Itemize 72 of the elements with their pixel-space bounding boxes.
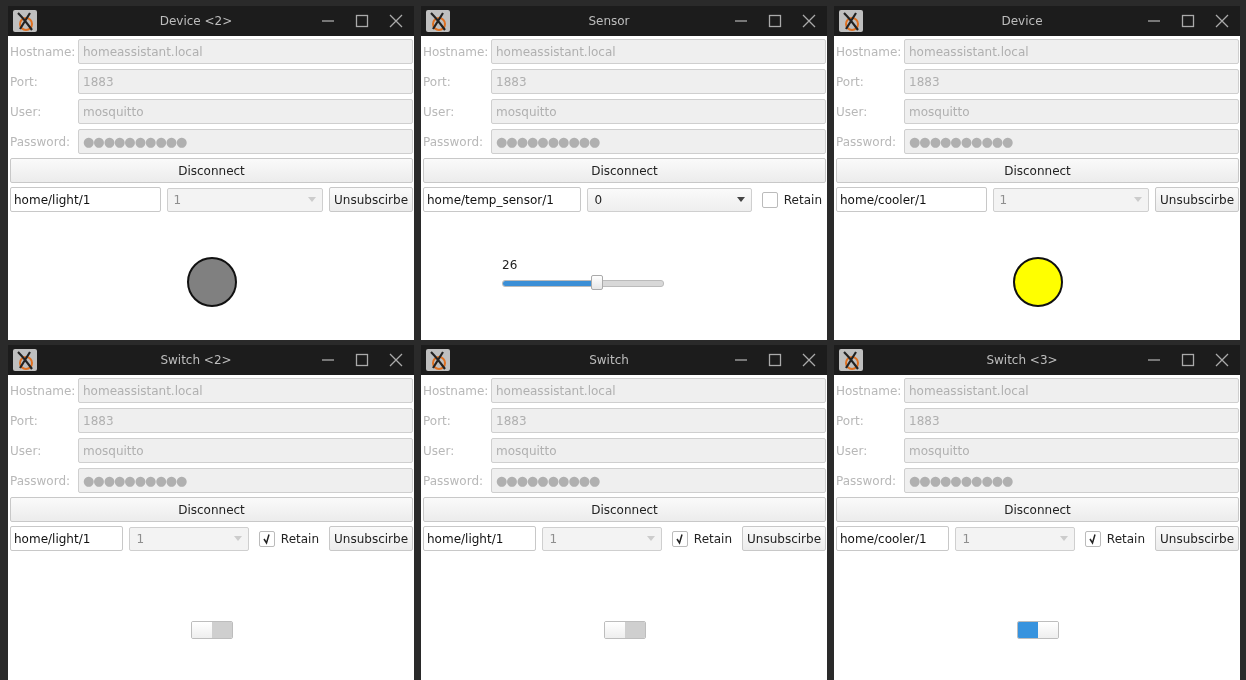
topic-field[interactable]: home/temp_sensor/1 — [423, 187, 582, 212]
app-icon — [425, 348, 451, 372]
unsubscribe-button[interactable]: Unsubscirbe — [329, 187, 413, 212]
field-label: Password: — [10, 134, 72, 149]
field-label: Password: — [836, 473, 898, 488]
checkbox-label: Retain — [783, 192, 822, 207]
checkbox[interactable] — [1084, 530, 1101, 547]
toggle-switch[interactable] — [1017, 620, 1059, 639]
caret-icon — [233, 536, 242, 541]
window-title: Switch — [588, 353, 630, 367]
slider-value: 26 — [502, 257, 519, 272]
caret-icon — [308, 197, 317, 202]
topic-field[interactable]: home/cooler/1 — [836, 187, 987, 212]
field-label: Hostname: — [423, 383, 489, 398]
field-label: Password: — [423, 134, 485, 149]
field-label: User: — [10, 443, 43, 458]
disconnect-button[interactable]: Disconnect — [10, 497, 413, 522]
unsubscribe-button[interactable]: Unsubscirbe — [1155, 526, 1239, 551]
field-label: User: — [423, 104, 456, 119]
disconnect-button[interactable]: Disconnect — [423, 497, 826, 522]
app-icon — [12, 348, 38, 372]
field-label: User: — [836, 104, 869, 119]
unsubscribe-button[interactable]: Unsubscirbe — [1155, 187, 1239, 212]
topic-field[interactable]: home/light/1 — [10, 526, 124, 551]
field-label: Port: — [836, 74, 865, 89]
disconnect-button[interactable]: Disconnect — [836, 497, 1239, 522]
toggle-switch[interactable] — [191, 620, 233, 639]
window-title: Sensor — [587, 14, 631, 28]
window-title: Switch <3> — [985, 353, 1059, 367]
field-label: Hostname: — [836, 44, 902, 59]
checkbox-label: Retain — [280, 531, 320, 546]
qos-dropdown[interactable]: 0 — [587, 187, 752, 212]
unsubscribe-button[interactable]: Unsubscirbe — [742, 526, 826, 551]
window-title: Switch <2> — [159, 353, 233, 367]
checkbox[interactable] — [671, 530, 688, 547]
caret-icon — [646, 536, 655, 541]
checkbox-label: Retain — [693, 531, 733, 546]
field-label: Port: — [10, 74, 39, 89]
field-label: Port: — [10, 413, 39, 428]
topic-field[interactable]: home/light/1 — [10, 187, 161, 212]
field-label: Hostname: — [10, 383, 76, 398]
app-icon — [12, 9, 38, 33]
checkbox[interactable] — [258, 530, 275, 547]
window-title: Device — [1000, 14, 1044, 28]
checkbox[interactable] — [761, 191, 778, 208]
app-icon — [838, 348, 864, 372]
disconnect-button[interactable]: Disconnect — [10, 158, 413, 183]
field-label: Password: — [836, 134, 898, 149]
app-icon — [838, 9, 864, 33]
field-label: Port: — [836, 413, 865, 428]
disconnect-button[interactable]: Disconnect — [423, 158, 826, 183]
field-label: Port: — [423, 413, 452, 428]
field-label: User: — [423, 443, 456, 458]
unsubscribe-button[interactable]: Unsubscirbe — [329, 526, 413, 551]
field-label: Password: — [423, 473, 485, 488]
field-label: Port: — [423, 74, 452, 89]
app-icon — [425, 9, 451, 33]
topic-field[interactable]: home/light/1 — [423, 526, 537, 551]
field-label: User: — [10, 104, 43, 119]
field-label: Hostname: — [836, 383, 902, 398]
caret-icon — [1059, 536, 1068, 541]
checkbox-label: Retain — [1106, 531, 1146, 546]
field-label: Password: — [10, 473, 72, 488]
toggle-switch[interactable] — [604, 620, 646, 639]
field-label: Hostname: — [423, 44, 489, 59]
caret-icon — [1134, 197, 1143, 202]
disconnect-button[interactable]: Disconnect — [836, 158, 1239, 183]
topic-field[interactable]: home/cooler/1 — [836, 526, 950, 551]
field-label: User: — [836, 443, 869, 458]
window-title: Device <2> — [158, 14, 234, 28]
caret-icon — [736, 197, 745, 202]
field-label: Hostname: — [10, 44, 76, 59]
